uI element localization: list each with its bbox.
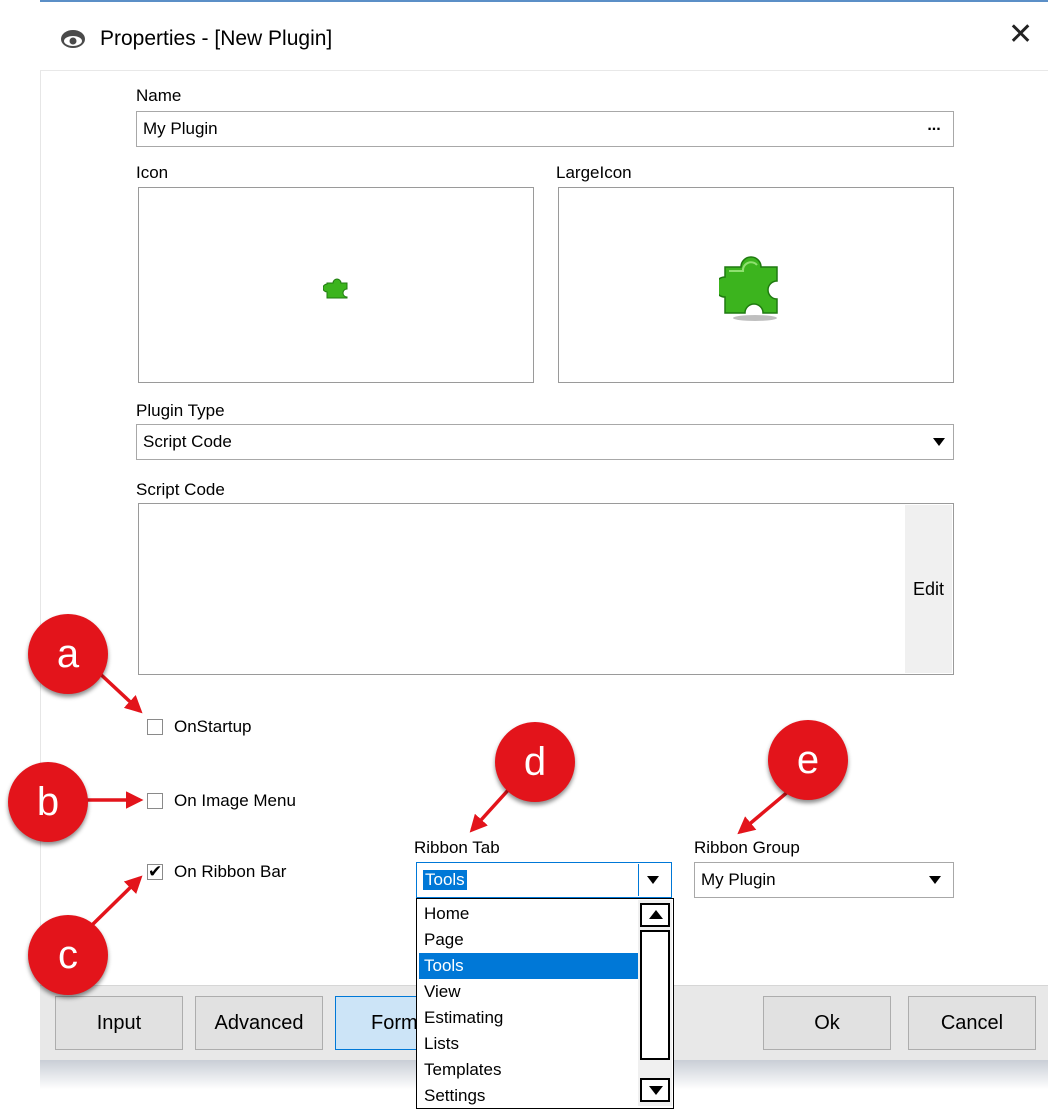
callout-e: e [768, 720, 848, 800]
callout-c: c [28, 915, 108, 995]
callout-a: a [28, 614, 108, 694]
arrow-c [88, 875, 143, 929]
arrow-d [469, 786, 512, 833]
arrow-a [94, 668, 143, 714]
callout-b: b [8, 762, 88, 842]
annotation-arrows [86, 668, 792, 929]
callout-d: d [495, 722, 575, 802]
arrow-e [737, 788, 792, 835]
